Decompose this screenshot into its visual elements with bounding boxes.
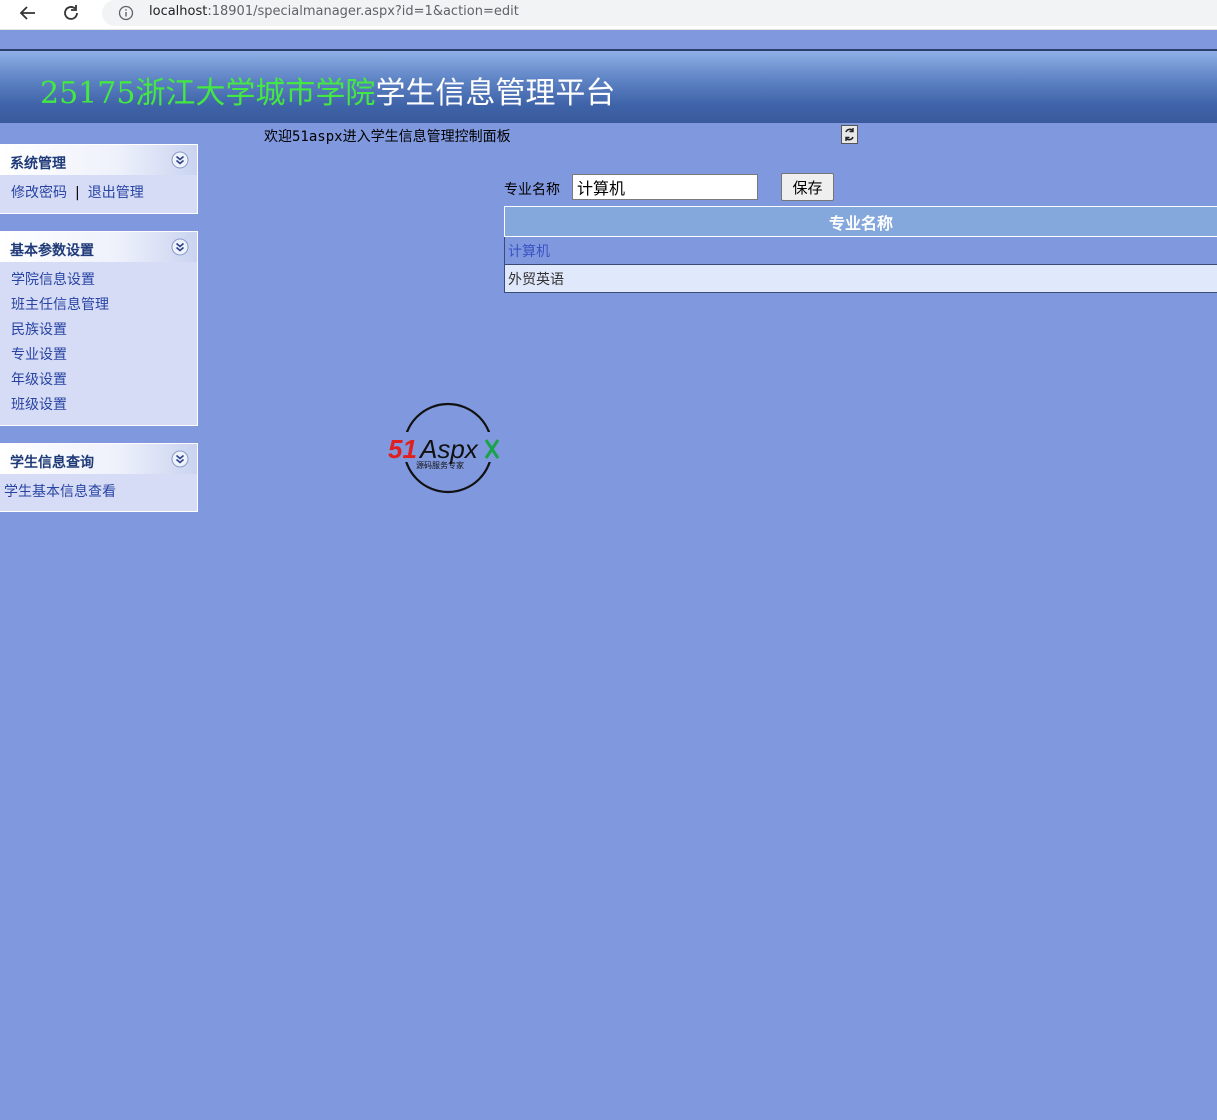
url-text[interactable]: localhost:18901/specialmanager.aspx?id=1… <box>149 4 519 19</box>
logo-brand-red: 51 <box>388 434 417 464</box>
url-host: localhost <box>149 4 208 19</box>
sidebar-item-ethnicity-settings[interactable]: 民族设置 <box>11 318 197 343</box>
panel-system-title: 系统管理 <box>10 156 66 172</box>
system-links: 修改密码 | 退出管理 <box>11 181 197 206</box>
logo-tagline: 源码服务专家 <box>416 460 464 470</box>
table-cell-major[interactable]: 外贸英语 <box>508 269 564 289</box>
panel-system-header[interactable]: 系统管理 <box>0 145 197 175</box>
banner-top-strip <box>0 30 1217 50</box>
panel-system-management: 系统管理 修改密码 | 退出管理 <box>0 144 198 214</box>
change-password-link[interactable]: 修改密码 <box>11 185 67 201</box>
back-button[interactable] <box>16 2 40 24</box>
panel-basic-settings: 基本参数设置 学院信息设置 班主任信息管理 民族设置 专业设置 年级设置 班级设… <box>0 231 198 426</box>
sidebar-item-grade-settings[interactable]: 年级设置 <box>11 368 197 393</box>
table-row[interactable]: 计算机 <box>504 237 1217 265</box>
header-banner: 25175浙江大学城市学院学生信息管理平台 <box>0 51 1217 123</box>
panel-student-title: 学生信息查询 <box>10 455 94 471</box>
sidebar-item-major-settings[interactable]: 专业设置 <box>11 343 197 368</box>
major-name-label: 专业名称 <box>504 182 560 198</box>
panel-basic-header[interactable]: 基本参数设置 <box>0 232 197 262</box>
reload-button[interactable] <box>59 2 83 24</box>
panel-student-body: 学生基本信息查看 <box>0 474 197 511</box>
sidebar-item-student-info[interactable]: 学生基本信息查看 <box>4 480 197 505</box>
sidebar-item-class-settings[interactable]: 班级设置 <box>11 393 197 418</box>
browser-toolbar: localhost:18901/specialmanager.aspx?id=1… <box>0 0 1217 30</box>
panel-basic-title: 基本参数设置 <box>10 243 94 259</box>
site-title: 25175浙江大学城市学院学生信息管理平台 <box>40 68 615 112</box>
logout-link[interactable]: 退出管理 <box>88 185 144 201</box>
welcome-message: 欢迎51aspx进入学生信息管理控制面板 <box>264 129 511 145</box>
panel-basic-body: 学院信息设置 班主任信息管理 民族设置 专业设置 年级设置 班级设置 <box>0 262 197 424</box>
logo-brand-black: Aspx <box>418 434 479 464</box>
url-path: :18901/specialmanager.aspx?id=1&action=e… <box>207 4 519 19</box>
table-header-major-name: 专业名称 <box>828 213 893 233</box>
table-row[interactable]: 外贸英语 <box>504 265 1217 293</box>
collapse-chevron-icon[interactable] <box>171 238 189 256</box>
site-title-platform: 学生信息管理平台 <box>375 76 616 111</box>
reload-icon <box>64 5 78 20</box>
back-arrow-icon <box>19 6 35 20</box>
51aspx-logo: 51 Aspx 源码服务专家 <box>386 402 512 494</box>
site-title-school: 25175浙江大学城市学院 <box>40 76 376 111</box>
link-separator: | <box>75 185 80 201</box>
panel-student-query: 学生信息查询 学生基本信息查看 <box>0 443 198 512</box>
save-button[interactable]: 保存 <box>781 173 834 201</box>
panel-student-header[interactable]: 学生信息查询 <box>0 444 197 474</box>
major-name-input[interactable] <box>572 174 758 200</box>
info-icon[interactable] <box>118 5 134 21</box>
sidebar-item-college-settings[interactable]: 学院信息设置 <box>11 268 197 293</box>
table-header: 专业名称 <box>504 206 1217 237</box>
table-cell-major[interactable]: 计算机 <box>508 241 550 261</box>
sidebar-item-headteacher-management[interactable]: 班主任信息管理 <box>11 293 197 318</box>
refresh-icon[interactable] <box>841 125 858 144</box>
collapse-chevron-icon[interactable] <box>171 151 189 169</box>
collapse-chevron-icon[interactable] <box>171 450 189 468</box>
major-table: 专业名称 计算机 外贸英语 <box>504 206 1217 293</box>
panel-system-body: 修改密码 | 退出管理 <box>0 175 197 212</box>
